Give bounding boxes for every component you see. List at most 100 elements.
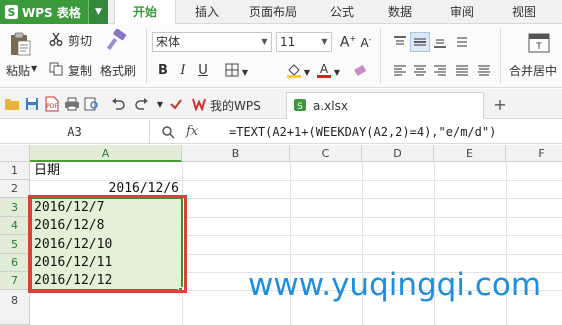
chevron-down-icon: ▼ <box>321 37 328 46</box>
column-header-e[interactable]: E <box>434 145 506 162</box>
column-header-d[interactable]: D <box>362 145 434 162</box>
row-header-5[interactable]: 5 <box>0 235 30 254</box>
menu-bar: S WPS 表格 ▼ 开始 插入 页面布局 公式 数据 审阅 视图 <box>0 0 562 25</box>
borders-dropdown-icon[interactable]: ▼ <box>240 62 250 82</box>
chevron-down-icon: ▼ <box>261 37 268 46</box>
font-color-dropdown-icon[interactable]: ▼ <box>332 62 342 82</box>
tab-home[interactable]: 开始 <box>114 0 176 25</box>
doc-tab-label: 我的WPS <box>210 99 261 113</box>
row-header-3[interactable]: 3 <box>0 198 30 217</box>
fill-color-icon[interactable] <box>284 60 304 80</box>
svg-text:T: T <box>535 42 542 52</box>
paste-button[interactable] <box>6 30 34 58</box>
spreadsheet-icon: S <box>293 98 307 115</box>
column-header-c[interactable]: C <box>290 145 362 162</box>
column-header-b[interactable]: B <box>182 145 290 162</box>
paste-dropdown-icon[interactable]: ▼ <box>31 64 37 73</box>
increase-font-icon[interactable]: A+ <box>338 32 358 52</box>
align-bottom-icon[interactable] <box>430 32 450 52</box>
align-right-icon[interactable] <box>430 60 450 80</box>
align-middle-icon[interactable] <box>410 32 430 52</box>
print-icon[interactable] <box>64 96 80 112</box>
borders-icon[interactable] <box>222 60 242 80</box>
font-name-select[interactable]: 宋体 ▼ <box>152 32 272 52</box>
format-painter-button[interactable]: 格式刷 <box>100 62 136 79</box>
copy-icon[interactable] <box>48 61 64 77</box>
doc-tab-a-xlsx[interactable]: S a.xlsx <box>286 92 484 119</box>
doc-tab-my-wps[interactable]: 我的WPS <box>186 92 284 119</box>
merge-center-icon[interactable]: T <box>526 30 552 56</box>
format-painter-icon[interactable] <box>103 28 129 54</box>
row-header-8[interactable]: 8 <box>0 290 30 325</box>
undo-icon[interactable] <box>110 96 126 112</box>
ribbon-separator <box>146 28 147 84</box>
highlight-annotation-box <box>28 195 187 293</box>
tab-formulas[interactable]: 公式 <box>320 0 364 24</box>
wps-logo-icon: S <box>5 5 18 19</box>
copy-button[interactable]: 复制 <box>68 62 92 79</box>
app-name: WPS 表格 <box>22 5 81 20</box>
watermark-text: www.yuqingqi.com <box>248 267 542 303</box>
column-header-a[interactable]: A <box>30 145 182 162</box>
new-tab-icon[interactable]: + <box>492 95 508 114</box>
select-all-corner[interactable] <box>0 145 30 162</box>
align-center-icon[interactable] <box>410 60 430 80</box>
tab-review[interactable]: 审阅 <box>440 0 484 24</box>
cut-button[interactable]: 剪切 <box>68 32 92 49</box>
column-header-f[interactable]: F <box>506 145 562 162</box>
scissors-icon[interactable] <box>48 31 64 47</box>
cell-a1[interactable]: 日期 <box>34 162 60 180</box>
font-size-select[interactable]: 11 ▼ <box>276 32 332 52</box>
row-header-1[interactable]: 1 <box>0 162 30 180</box>
app-menu-button[interactable]: S WPS 表格 <box>0 0 88 24</box>
quick-access-dropdown-icon[interactable]: ▼ <box>152 96 168 112</box>
align-top-icon[interactable] <box>390 32 410 52</box>
svg-text:PDF: PDF <box>46 103 58 110</box>
doc-tab-label: a.xlsx <box>313 99 348 113</box>
ribbon-home: 粘贴 ▼ 剪切 复制 格式刷 宋体 ▼ 11 ▼ A+ A- B I U ▼ ▼… <box>0 24 562 88</box>
ribbon-separator <box>380 28 381 84</box>
row-header-2[interactable]: 2 <box>0 180 30 198</box>
ribbon-separator <box>500 28 501 84</box>
tab-data[interactable]: 数据 <box>378 0 422 24</box>
font-size-value: 11 <box>280 35 296 49</box>
save-icon[interactable] <box>24 96 40 112</box>
font-name-value: 宋体 <box>156 35 181 49</box>
tab-insert[interactable]: 插入 <box>182 0 232 24</box>
export-pdf-icon[interactable]: PDF <box>44 96 60 112</box>
bold-icon[interactable]: B <box>153 60 173 80</box>
align-left-icon[interactable] <box>390 60 410 80</box>
fill-dropdown-icon[interactable]: ▼ <box>302 62 312 82</box>
merge-center-button[interactable]: 合并居中 <box>509 62 562 79</box>
formula-input[interactable]: =TEXT(A2+1+(WEEKDAY(A2,2)=4),"e/m/d") <box>229 120 496 144</box>
quick-access-mark-icon[interactable] <box>168 96 184 112</box>
fx-icon[interactable]: fx <box>186 120 198 144</box>
open-folder-icon[interactable] <box>4 96 20 112</box>
wps-logo-icon <box>192 97 206 114</box>
app-dropdown-icon[interactable]: ▼ <box>88 0 108 24</box>
underline-icon[interactable]: U <box>193 60 213 80</box>
zoom-icon[interactable] <box>158 122 178 142</box>
row-header-7[interactable]: 7 <box>0 272 30 290</box>
row-header-6[interactable]: 6 <box>0 254 30 272</box>
font-color-icon[interactable]: A <box>314 60 334 80</box>
name-box[interactable]: A3 <box>0 120 150 144</box>
tab-view[interactable]: 视图 <box>502 0 546 24</box>
svg-text:A: A <box>320 62 329 76</box>
orientation-icon[interactable] <box>452 32 472 52</box>
document-tab-bar: PDF ▼ 我的WPS S a.xlsx + <box>0 89 562 119</box>
italic-icon[interactable]: I <box>173 60 193 80</box>
distributed-icon[interactable] <box>474 60 494 80</box>
tab-page-layout[interactable]: 页面布局 <box>240 0 306 24</box>
decrease-font-icon[interactable]: A- <box>356 32 376 52</box>
formula-bar: A3 fx =TEXT(A2+1+(WEEKDAY(A2,2)=4),"e/m/… <box>0 120 562 144</box>
paste-label[interactable]: 粘贴 <box>6 62 30 79</box>
paste-icon <box>11 32 31 56</box>
svg-text:S: S <box>297 102 303 112</box>
row-header-4[interactable]: 4 <box>0 217 30 235</box>
svg-text:S: S <box>8 6 16 19</box>
print-preview-icon[interactable] <box>84 96 100 112</box>
redo-icon[interactable] <box>134 96 150 112</box>
clear-format-icon[interactable] <box>350 60 370 80</box>
justify-icon[interactable] <box>452 60 472 80</box>
